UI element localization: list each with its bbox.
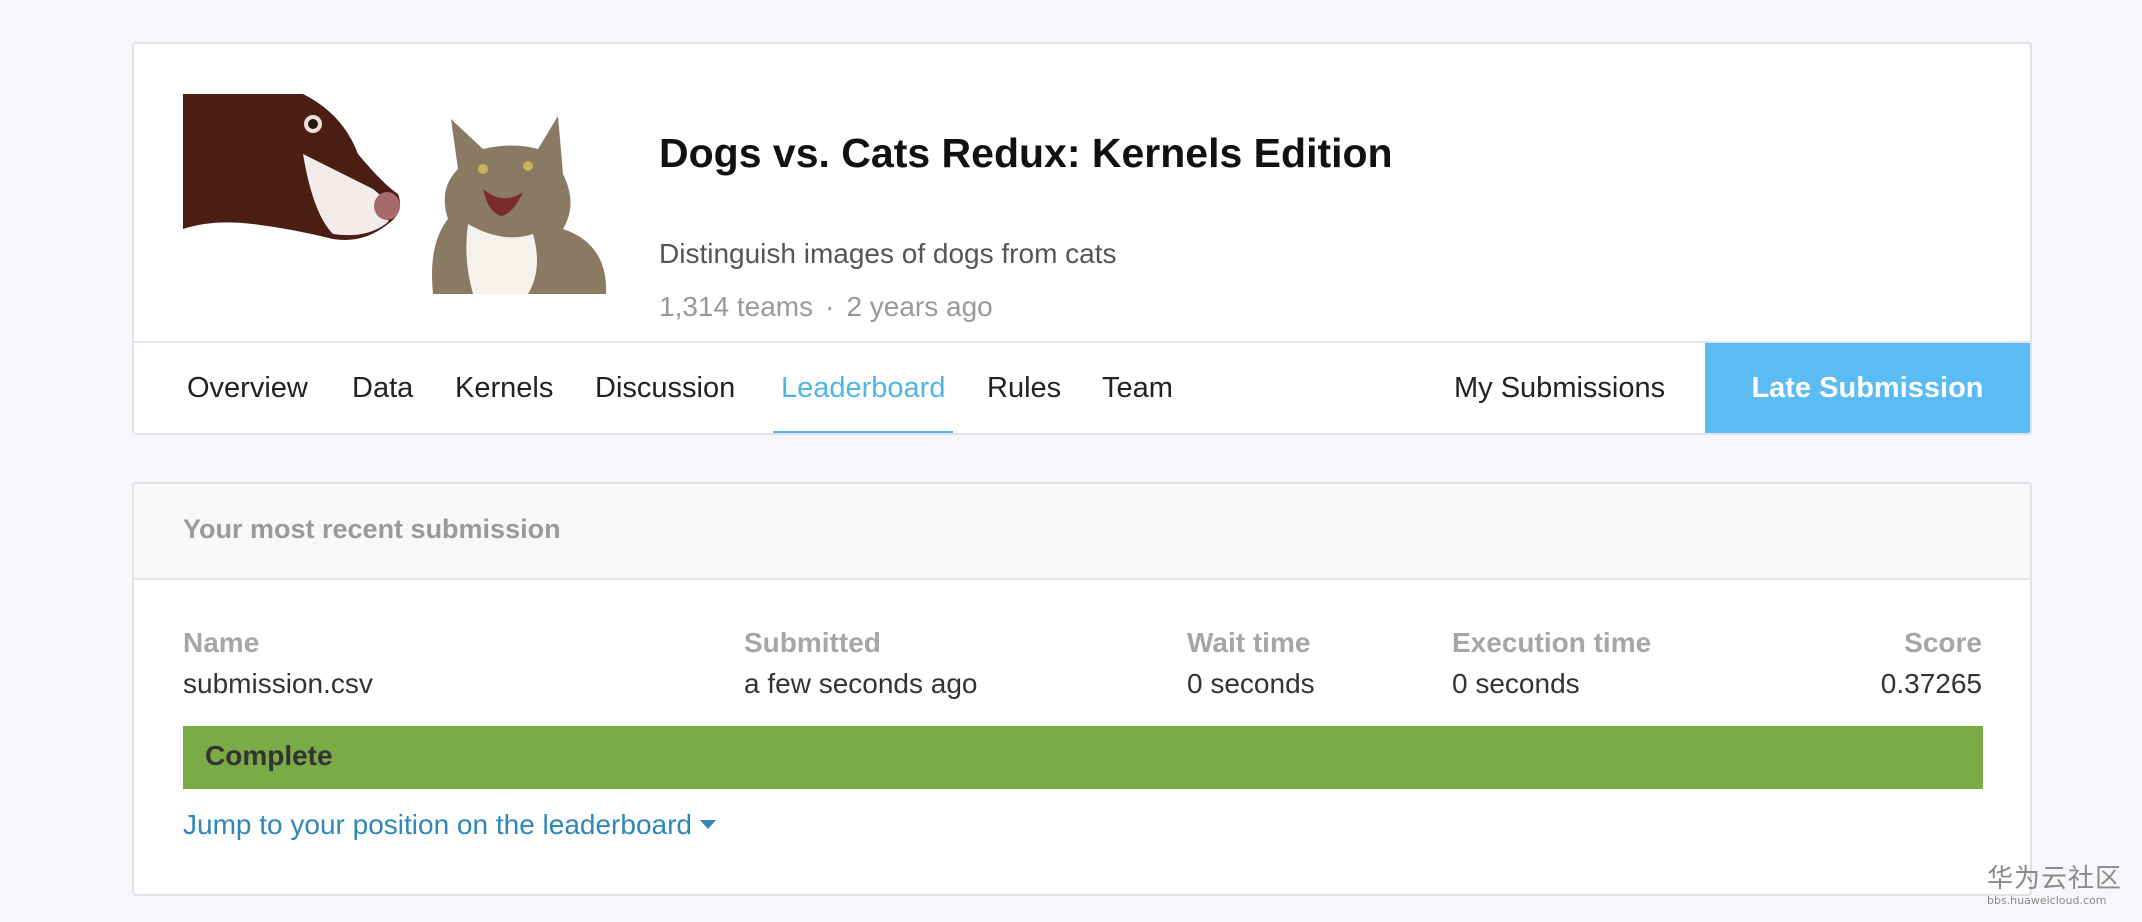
competition-summary: Dogs vs. Cats Redux: Kernels Edition Dis… [134,44,2030,343]
tab-data[interactable]: Data [352,343,413,433]
wait-time-value: 0 seconds [1187,668,1315,699]
my-submissions-link[interactable]: My Submissions [1454,343,1665,433]
execution-time-value: 0 seconds [1452,668,1580,699]
late-submission-button[interactable]: Late Submission [1705,343,2030,433]
wait-time-label: Wait time [1187,627,1311,658]
name-value: submission.csv [183,668,373,699]
recent-submission-panel: Your most recent submission Name submiss… [132,482,2032,896]
submitted-label: Submitted [744,627,881,658]
team-count: 1,314 teams [659,291,814,322]
competition-age: 2 years ago [846,291,993,322]
watermark-text: 华为云社区 [1986,864,2122,894]
meta-separator: · [825,291,835,322]
name-label: Name [183,627,260,658]
competition-nav: Overview Data Kernels Discussion Leaderb… [134,343,2030,433]
jump-to-position-link[interactable]: Jump to your position on the leaderboard [183,809,716,841]
watermark: 华为云社区 bbs.huaweicloud.com [1987,864,2122,908]
tab-leaderboard[interactable]: Leaderboard [772,343,954,433]
dog-and-cat-image [183,94,606,294]
caret-down-icon [700,820,716,830]
submitted-value: a few seconds ago [744,668,978,699]
tab-discussion[interactable]: Discussion [595,343,735,433]
competition-header: Dogs vs. Cats Redux: Kernels Edition Dis… [132,42,2032,435]
score-label: Score [1904,627,1982,658]
tab-rules[interactable]: Rules [987,343,1061,433]
status-text: Complete [205,740,333,771]
competition-meta: 1,314 teams · 2 years ago [659,291,993,323]
tab-team[interactable]: Team [1102,343,1173,433]
panel-title: Your most recent submission [183,514,561,544]
score-value: 0.37265 [1880,668,1982,699]
execution-time-label: Execution time [1452,627,1652,658]
jump-link-text: Jump to your position on the leaderboard [183,809,692,840]
competition-description: Distinguish images of dogs from cats [659,238,1117,269]
status-bar: Complete [183,726,1983,789]
watermark-url: bbs.huaweicloud.com [1986,894,2107,907]
competition-title: Dogs vs. Cats Redux: Kernels Edition [659,130,1393,176]
panel-header: Your most recent submission [134,484,2030,580]
tab-kernels[interactable]: Kernels [455,343,553,433]
tab-overview[interactable]: Overview [187,343,308,433]
